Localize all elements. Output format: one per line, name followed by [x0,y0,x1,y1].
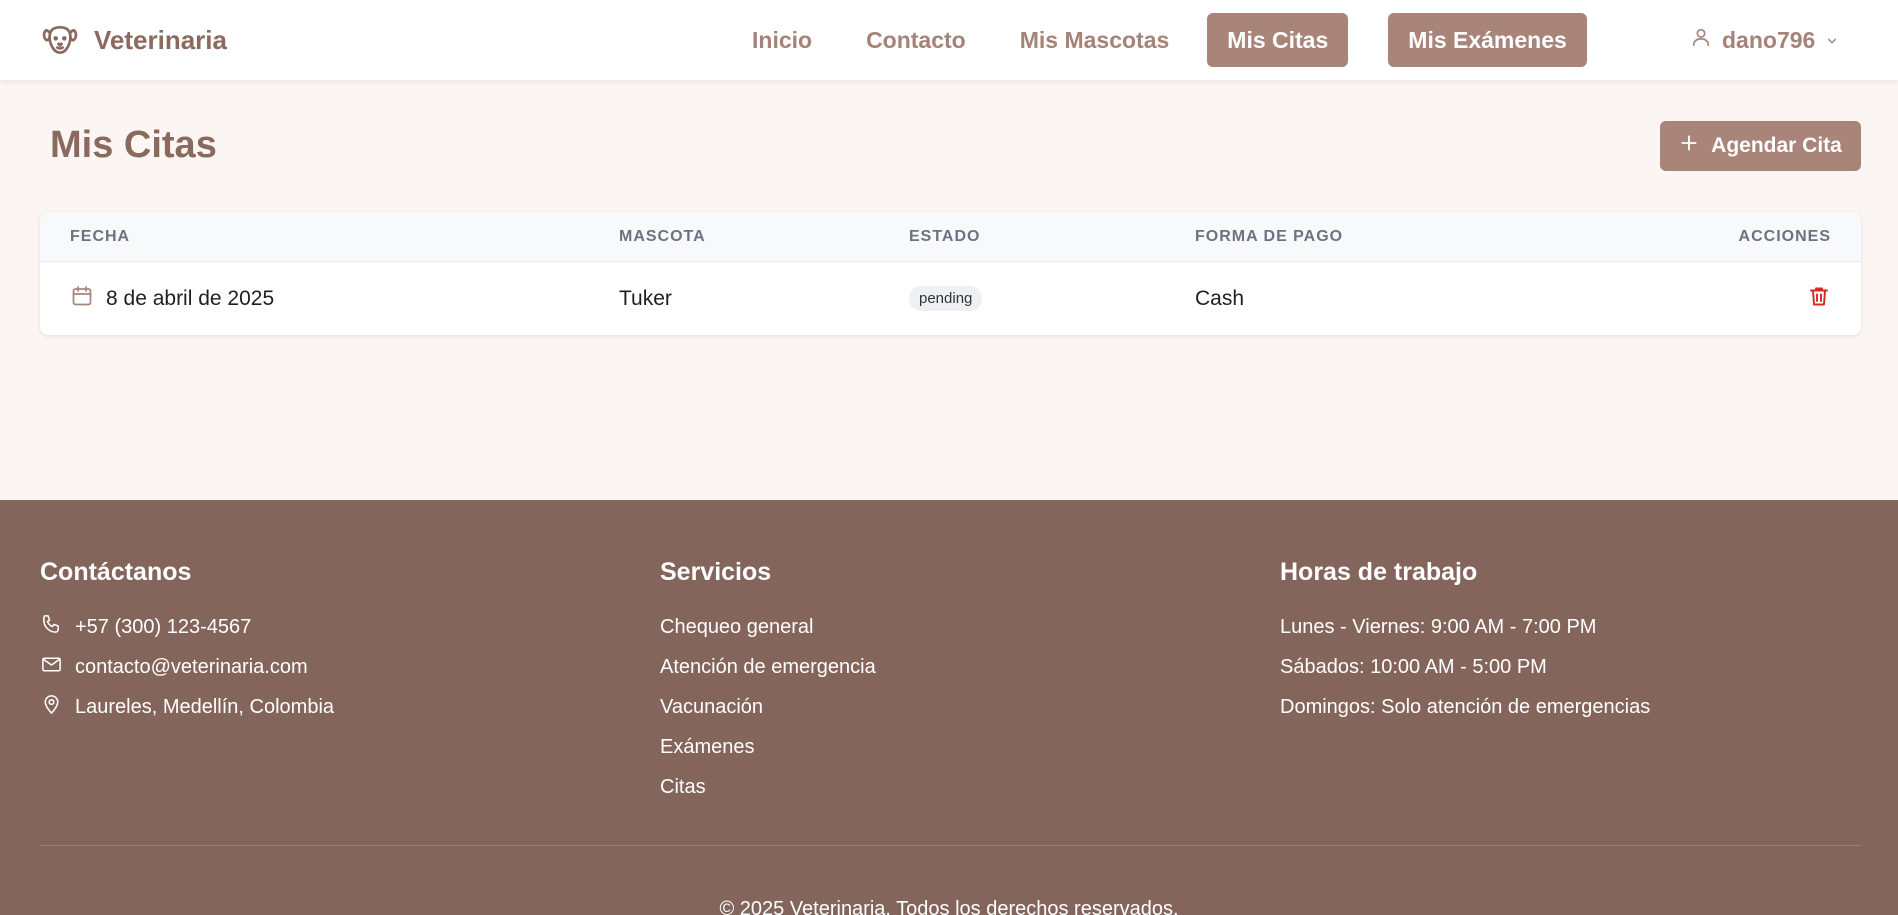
cell-forma-de-pago: Cash [1195,286,1245,310]
cell-estado: pending [909,262,983,335]
nav-link-mis-citas[interactable]: Mis Citas [1207,13,1349,67]
footer-email: contacto@veterinaria.com [40,647,334,687]
username: dano796 [1722,26,1816,53]
brand-link[interactable]: Veterinaria [40,20,227,60]
dog-face-icon [40,20,80,60]
user-icon [1690,26,1712,54]
status-badge: pending [909,286,983,311]
nav-link-mis-mascotas[interactable]: Mis Mascotas [1004,13,1186,67]
plus-icon [1679,133,1699,159]
add-appointment-label: Agendar Cita [1711,134,1842,157]
nav-link-inicio[interactable]: Inicio [736,13,828,67]
cell-acciones [1807,262,1831,335]
chevron-down-icon [1825,27,1839,54]
footer-address-text: Laureles, Medellín, Colombia [75,695,335,718]
appointment-date: 8 de abril de 2025 [106,286,275,310]
footer-service-item[interactable]: Chequeo general [660,607,876,647]
top-navbar: Veterinaria Inicio Contacto Mis Mascotas… [0,0,1898,80]
column-header-mascota: Mascota [619,228,706,245]
footer-hours-item: Domingos: Solo atención de emergencias [1280,696,1651,718]
footer-hours-item: Sábados: 10:00 AM - 5:00 PM [1280,656,1547,678]
nav-link-contacto[interactable]: Contacto [850,13,982,67]
footer-phone: +57 (300) 123-4567 [40,607,334,647]
footer-hours-title: Horas de trabajo [1280,558,1478,586]
table-row: 8 de abril de 2025 Tuker pending Cash [40,262,1861,335]
delete-button[interactable] [1807,283,1831,315]
footer-service-item[interactable]: Exámenes [660,727,876,767]
nav-link-mis-examenes[interactable]: Mis Exámenes [1388,13,1587,67]
trash-icon [1810,287,1828,305]
phone-icon [40,613,63,642]
footer-service-item[interactable]: Citas [660,767,876,807]
footer-contact: Contáctanos +57 (300) 123-4567 contacto@… [40,558,334,727]
column-header-acciones: Acciones [1738,228,1831,245]
footer-address: Laureles, Medellín, Colombia [40,687,334,727]
appointments-table: Fecha Mascota Estado Forma de pago Accio… [40,212,1861,335]
footer-phone-text: +57 (300) 123-4567 [75,615,252,638]
brand-name: Veterinaria [94,24,227,55]
add-appointment-button[interactable]: Agendar Cita [1660,121,1861,171]
footer-hours: Horas de trabajo Lunes - Viernes: 9:00 A… [1280,558,1650,727]
map-pin-icon [40,693,63,722]
cell-fecha: 8 de abril de 2025 [70,262,274,335]
footer-services-title: Servicios [660,558,772,586]
cell-mascota: Tuker [619,286,672,310]
column-header-estado: Estado [909,228,981,245]
table-header: Fecha Mascota Estado Forma de pago Accio… [40,212,1861,262]
footer-service-item[interactable]: Atención de emergencia [660,647,876,687]
footer-hours-item: Lunes - Viernes: 9:00 AM - 7:00 PM [1280,616,1597,638]
column-header-fecha: Fecha [70,228,131,245]
column-header-forma-de-pago: Forma de pago [1195,228,1344,245]
footer-divider [40,845,1861,846]
page-title: Mis Citas [50,124,217,166]
footer-email-text: contacto@veterinaria.com [75,655,308,678]
main-nav: Inicio Contacto Mis Mascotas Mis Citas M… [736,13,1587,67]
calendar-icon [70,284,94,314]
footer-service-item[interactable]: Vacunación [660,687,876,727]
mail-icon [40,653,63,682]
user-menu[interactable]: dano796 [1690,13,1839,67]
footer-contact-title: Contáctanos [40,558,192,586]
copyright: © 2025 Veterinaria. Todos los derechos r… [719,898,1179,915]
footer: Contáctanos +57 (300) 123-4567 contacto@… [0,500,1898,915]
footer-services: Servicios Chequeo general Atención de em… [660,558,876,807]
